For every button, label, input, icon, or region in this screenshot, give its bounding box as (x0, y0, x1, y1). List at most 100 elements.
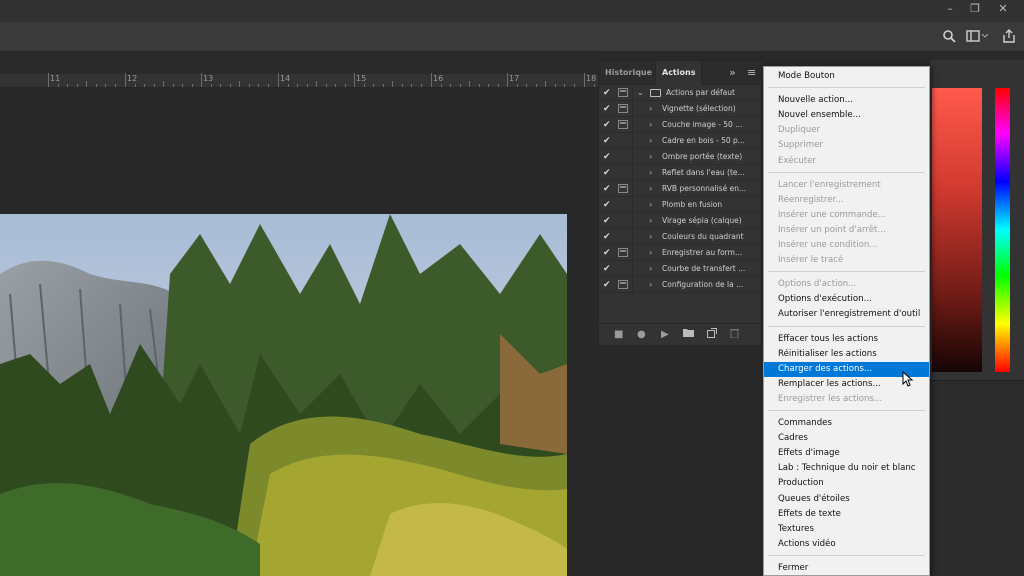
delete-icon[interactable] (730, 328, 739, 343)
minimize-button[interactable]: – (937, 0, 963, 18)
menu-item[interactable]: Queues d'étoiles (764, 492, 929, 507)
ruler-major-tick (201, 73, 202, 87)
dialog-toggle-icon[interactable] (618, 120, 628, 129)
chevron-right-icon[interactable]: › (649, 166, 652, 180)
dialog-toggle-icon[interactable] (618, 216, 628, 225)
toggle-check-icon[interactable]: ✔ (603, 118, 613, 132)
menu-item[interactable]: Effets de texte (764, 507, 929, 522)
dialog-toggle-icon[interactable] (618, 280, 628, 289)
tab-historique[interactable]: Historique (599, 61, 658, 85)
menu-item[interactable]: Actions vidéo (764, 537, 929, 552)
action-row[interactable]: ✔ › Plomb en fusion (599, 197, 761, 213)
toggle-check-icon[interactable]: ✔ (603, 150, 613, 164)
toggle-check-icon[interactable]: ✔ (603, 86, 613, 100)
toggle-check-icon[interactable]: ✔ (603, 182, 613, 196)
workspace-icon[interactable] (966, 29, 989, 48)
stop-icon[interactable]: ■ (614, 328, 623, 342)
chevron-right-icon[interactable]: › (649, 182, 652, 196)
chevron-right-icon[interactable]: › (649, 198, 652, 212)
menu-item[interactable]: Lab : Technique du noir et blanc (764, 461, 929, 476)
action-row[interactable]: ✔ › Enregistrer au form... (599, 245, 761, 261)
action-row[interactable]: ✔ › Configuration de la ... (599, 277, 761, 293)
menu-separator (768, 87, 925, 89)
toggle-check-icon[interactable]: ✔ (603, 166, 613, 180)
row-divider (632, 101, 633, 117)
menu-item[interactable]: Textures (764, 522, 929, 537)
menu-item[interactable]: Effets d'image (764, 446, 929, 461)
action-set-row[interactable]: ✔ ⌄ Actions par défaut (599, 85, 761, 101)
action-row[interactable]: ✔ › RVB personnalisé en... (599, 181, 761, 197)
menu-item[interactable]: Mode Bouton (764, 69, 929, 84)
dialog-toggle-icon[interactable] (618, 184, 628, 193)
action-row[interactable]: ✔ › Reflet dans l'eau (te... (599, 165, 761, 181)
hue-slider[interactable] (995, 88, 1010, 372)
restore-button[interactable]: ❐ (962, 0, 988, 18)
action-label: Ombre portée (texte) (662, 152, 743, 161)
toggle-check-icon[interactable]: ✔ (603, 198, 613, 212)
ruler-minor-tick (77, 84, 78, 87)
menu-item[interactable]: Commandes (764, 416, 929, 431)
row-divider (632, 165, 633, 181)
new-action-icon[interactable] (707, 328, 717, 343)
menu-item[interactable]: Options d'exécution... (764, 292, 929, 307)
dialog-toggle-icon[interactable] (618, 232, 628, 241)
share-icon[interactable] (1002, 29, 1016, 48)
menu-item[interactable]: Autoriser l'enregistrement d'outil (764, 307, 929, 322)
close-button[interactable]: ✕ (990, 0, 1016, 18)
dialog-toggle-icon[interactable] (618, 248, 628, 257)
record-icon[interactable]: ● (637, 328, 646, 342)
dock-header (762, 52, 1024, 60)
chevron-right-icon[interactable]: › (649, 214, 652, 228)
search-icon[interactable] (942, 29, 956, 48)
dialog-toggle-icon[interactable] (618, 136, 628, 145)
chevron-right-icon[interactable]: › (649, 262, 652, 276)
action-row[interactable]: ✔ › Couleurs du quadrant (599, 229, 761, 245)
chevron-right-icon[interactable]: › (649, 278, 652, 292)
ruler-minor-tick (574, 84, 575, 87)
chevron-right-icon[interactable]: › (649, 118, 652, 132)
toggle-check-icon[interactable]: ✔ (603, 278, 613, 292)
toggle-check-icon[interactable]: ✔ (603, 246, 613, 260)
toggle-check-icon[interactable]: ✔ (603, 102, 613, 116)
chevron-right-icon[interactable]: › (649, 230, 652, 244)
toggle-check-icon[interactable]: ✔ (603, 230, 613, 244)
chevron-right-icon[interactable]: › (649, 246, 652, 260)
dialog-toggle-icon[interactable] (618, 264, 628, 273)
panel-menu-icon[interactable]: ≡ (747, 66, 756, 80)
action-row[interactable]: ✔ › Virage sépia (calque) (599, 213, 761, 229)
color-picker-field[interactable] (932, 88, 982, 372)
play-icon[interactable]: ▶ (661, 328, 669, 342)
menu-item[interactable]: Nouvelle action... (764, 93, 929, 108)
tab-actions[interactable]: Actions (655, 61, 703, 85)
ruler-minor-tick (421, 84, 422, 87)
dialog-toggle-icon[interactable] (618, 104, 628, 113)
menu-item[interactable]: Réinitialiser les actions (764, 347, 929, 362)
chevron-right-icon[interactable]: › (649, 134, 652, 148)
row-divider (632, 197, 633, 213)
action-row[interactable]: ✔ › Couche image - 50 ... (599, 117, 761, 133)
menu-item[interactable]: Nouvel ensemble... (764, 108, 929, 123)
menu-item[interactable]: Fermer (764, 561, 929, 576)
ruler-minor-tick (211, 84, 212, 87)
toggle-check-icon[interactable]: ✔ (603, 262, 613, 276)
ruler-minor-tick (144, 84, 145, 87)
expand-chevron-icon[interactable]: ⌄ (637, 86, 644, 100)
chevron-right-icon[interactable]: › (649, 150, 652, 164)
action-row[interactable]: ✔ › Courbe de transfert ... (599, 261, 761, 277)
collapse-icon[interactable]: » (729, 66, 736, 80)
dialog-toggle-icon[interactable] (618, 200, 628, 209)
chevron-right-icon[interactable]: › (649, 102, 652, 116)
menu-item[interactable]: Cadres (764, 431, 929, 446)
ruler-label: 18 (586, 74, 597, 83)
action-row[interactable]: ✔ › Vignette (sélection) (599, 101, 761, 117)
action-row[interactable]: ✔ › Ombre portée (texte) (599, 149, 761, 165)
dialog-toggle-icon[interactable] (618, 152, 628, 161)
toggle-check-icon[interactable]: ✔ (603, 134, 613, 148)
menu-item[interactable]: Effacer tous les actions (764, 332, 929, 347)
toggle-check-icon[interactable]: ✔ (603, 214, 613, 228)
menu-item[interactable]: Production (764, 476, 929, 491)
dialog-toggle-icon[interactable] (618, 168, 628, 177)
dialog-toggle-icon[interactable] (618, 88, 628, 97)
new-set-icon[interactable] (683, 328, 694, 342)
action-row[interactable]: ✔ › Cadre en bois - 50 p... (599, 133, 761, 149)
